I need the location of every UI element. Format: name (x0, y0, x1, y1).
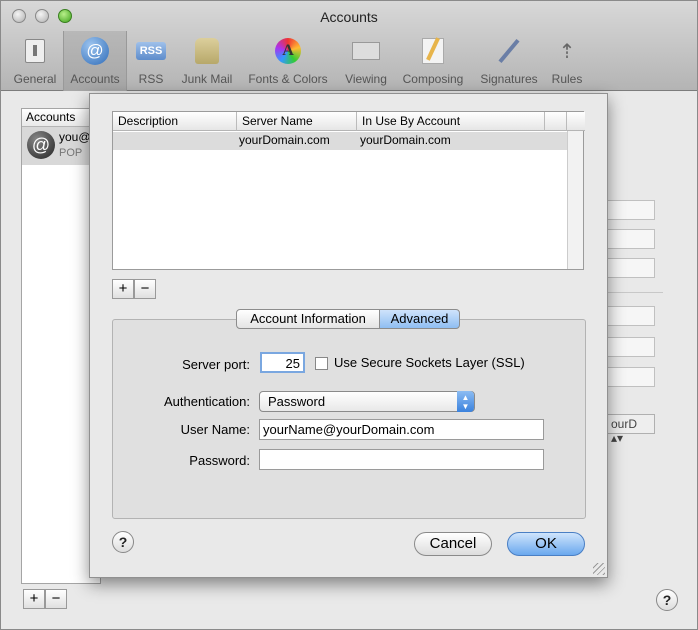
column-header-extra (545, 112, 567, 131)
authentication-label: Authentication: (163, 394, 250, 409)
pen-signature-icon (494, 36, 524, 66)
background-divider (607, 292, 663, 293)
background-field (607, 200, 655, 220)
table-scrollbar[interactable] (567, 131, 583, 269)
color-a-icon: A (273, 36, 303, 66)
resize-grip-icon[interactable] (593, 563, 605, 575)
ssl-checkbox[interactable] (315, 357, 328, 370)
add-server-button[interactable]: + (112, 279, 134, 299)
sheet-help-button[interactable]: ? (112, 531, 134, 553)
column-header-in-use[interactable]: In Use By Account (357, 112, 545, 131)
toolbar-composing[interactable]: Composing (397, 31, 469, 91)
column-header-corner (567, 112, 585, 131)
tab-advanced[interactable]: Advanced (379, 309, 460, 329)
toolbar-signatures[interactable]: Signatures (475, 31, 543, 91)
add-account-button[interactable]: + (23, 589, 45, 609)
password-label: Password: (189, 453, 250, 468)
authentication-select[interactable]: Password ▲ ▼ (259, 391, 475, 412)
toolbar-rules[interactable]: ⇡ Rules (547, 31, 587, 91)
rss-badge-icon: RSS (136, 36, 166, 66)
toolbar-accounts[interactable]: @ Accounts (63, 31, 127, 91)
account-type: POP (59, 147, 83, 159)
password-input[interactable] (259, 449, 544, 470)
ok-button[interactable]: OK (507, 532, 585, 556)
toolbar-general[interactable]: General (7, 31, 63, 91)
toolbar-viewing[interactable]: Viewing (337, 31, 395, 91)
remove-account-button[interactable]: − (45, 589, 67, 609)
envelope-glasses-icon (351, 36, 381, 66)
cell-server-name: yourDomain.com (239, 133, 330, 147)
column-header-description[interactable]: Description (113, 112, 237, 131)
background-field (607, 337, 655, 357)
background-field (607, 367, 655, 387)
help-button[interactable]: ? (656, 589, 678, 611)
smtp-server-sheet: Description Server Name In Use By Accoun… (89, 93, 608, 578)
server-port-input[interactable]: 25 (260, 352, 305, 373)
ssl-label[interactable]: Use Secure Sockets Layer (SSL) (334, 355, 525, 370)
toolbar-fonts-colors[interactable]: A Fonts & Colors (241, 31, 335, 91)
at-sign-icon: @ (80, 36, 110, 66)
cancel-button[interactable]: Cancel (414, 532, 492, 556)
pencil-paper-icon (418, 36, 448, 66)
background-select: ourD ▴▾ (607, 414, 655, 445)
trash-bag-icon (192, 36, 222, 66)
authentication-value: Password (268, 394, 326, 409)
window-title: Accounts (320, 9, 378, 25)
smtp-server-table: Description Server Name In Use By Accoun… (112, 111, 585, 270)
preferences-window: Accounts General @ Accounts RSS RSS Junk… (0, 0, 698, 630)
toolbar-rss[interactable]: RSS RSS (129, 31, 173, 91)
remove-server-button[interactable]: − (134, 279, 156, 299)
background-field (607, 306, 655, 326)
preferences-toolbar: General @ Accounts RSS RSS Junk Mail A F… (1, 31, 697, 91)
background-field (607, 258, 655, 278)
user-name-input[interactable]: yourName@yourDomain.com (259, 419, 544, 440)
at-account-icon: @ (27, 131, 55, 159)
server-port-label: Server port: (182, 357, 250, 372)
select-arrows-icon: ▲ ▼ (457, 391, 474, 412)
title-bar: Accounts General @ Accounts RSS RSS Junk… (1, 1, 697, 91)
account-name: you@ (59, 130, 91, 144)
toolbar-junk-mail[interactable]: Junk Mail (175, 31, 239, 91)
switch-icon (20, 36, 50, 66)
background-field (607, 229, 655, 249)
cell-in-use: yourDomain.com (360, 133, 451, 147)
table-row[interactable] (113, 132, 569, 150)
arrows-icon: ⇡ (558, 40, 576, 63)
column-header-server-name[interactable]: Server Name (237, 112, 357, 131)
user-name-label: User Name: (180, 422, 250, 437)
tab-account-information[interactable]: Account Information (236, 309, 380, 329)
